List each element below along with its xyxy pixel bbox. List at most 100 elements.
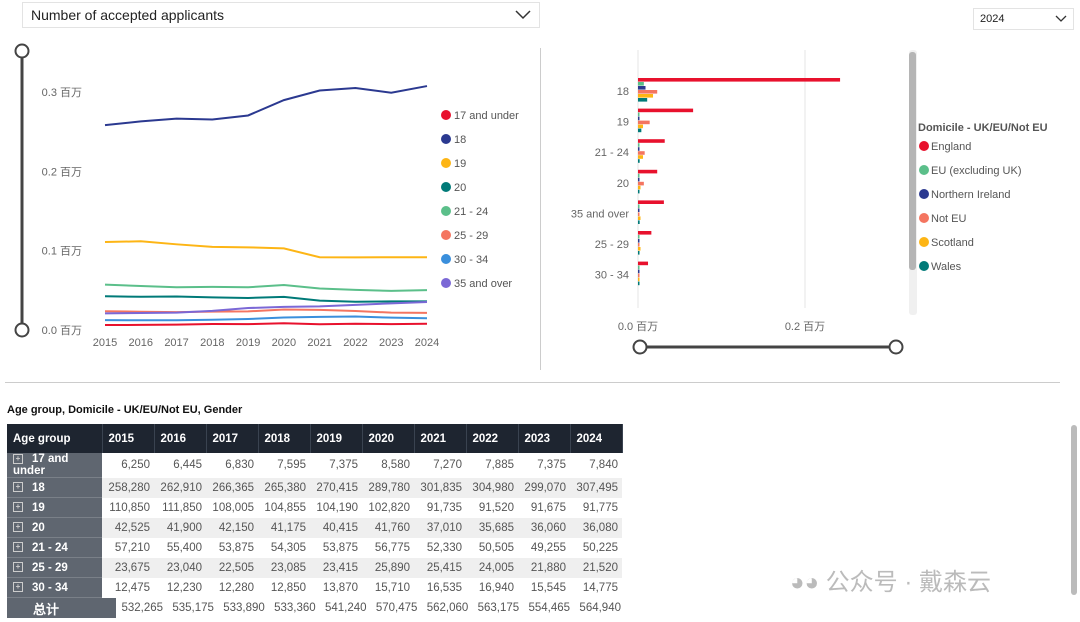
- series-line: [104, 322, 428, 327]
- table-cell: 266,365: [206, 477, 258, 498]
- legend-label[interactable]: 17 and under: [454, 110, 519, 122]
- table-cell: 265,380: [258, 477, 310, 498]
- column-header[interactable]: 2016: [154, 424, 207, 453]
- table-cell: 14,775: [582, 581, 618, 594]
- slider-handle[interactable]: [888, 339, 904, 355]
- total-cell: 563,175: [477, 602, 520, 615]
- bar: [638, 277, 640, 282]
- year-dropdown[interactable]: 2024: [973, 8, 1074, 30]
- y-tick-label: 18: [617, 86, 629, 98]
- legend-marker: [441, 254, 451, 264]
- table-cell: 36,080: [570, 517, 622, 538]
- table-title: Age group, Domicile - UK/EU/Not EU, Gend…: [7, 404, 243, 416]
- bar: [638, 243, 640, 247]
- table-cell: 8,580: [381, 459, 410, 472]
- x-tick-label: 2020: [272, 337, 296, 349]
- table-cell: 37,010: [414, 517, 466, 538]
- row-header-cell: +25 - 29: [7, 557, 102, 578]
- legend-label[interactable]: Scotland: [931, 237, 974, 249]
- table-row: +17 and under 6,250 6,445 6,830 7,595 7,375 8,…: [7, 453, 622, 478]
- x-tick-label: 2019: [236, 337, 260, 349]
- legend-label[interactable]: Not EU: [931, 213, 967, 225]
- table-cell: 50,505: [478, 541, 514, 554]
- column-header[interactable]: 2018: [258, 424, 311, 453]
- bar: [638, 98, 648, 102]
- bar: [638, 124, 644, 129]
- table-cell: 102,820: [368, 501, 410, 514]
- legend-scrollbar-thumb[interactable]: [909, 52, 916, 270]
- legend-marker: [441, 206, 451, 216]
- measure-dropdown-value: Number of accepted applicants: [31, 7, 224, 23]
- legend-label[interactable]: 21 - 24: [454, 206, 488, 218]
- chevron-down-icon: [1055, 15, 1067, 22]
- legend-label[interactable]: 20: [454, 182, 466, 194]
- column-header[interactable]: 2015: [102, 424, 155, 453]
- expand-icon[interactable]: +: [13, 482, 23, 493]
- y-tick-label: 0.0 百万: [42, 325, 82, 337]
- bar: [638, 231, 652, 235]
- column-header[interactable]: 2017: [206, 424, 259, 453]
- expand-icon[interactable]: +: [13, 562, 23, 573]
- legend-label[interactable]: 30 - 34: [454, 254, 488, 266]
- slider-handle[interactable]: [14, 43, 30, 59]
- legend-label[interactable]: England: [931, 141, 971, 153]
- bar: [638, 143, 640, 147]
- table-cell: 53,875: [218, 541, 254, 554]
- total-cell: 532,265: [121, 602, 164, 615]
- row-header-cell: +30 - 34: [7, 577, 102, 598]
- table-cell: 40,415: [310, 517, 362, 538]
- column-header[interactable]: 2023: [518, 424, 571, 453]
- table-cell: 262,910: [154, 477, 206, 498]
- table-cell: 304,980: [466, 477, 518, 498]
- bar: [638, 247, 641, 251]
- expand-icon[interactable]: +: [13, 522, 23, 533]
- row-header-cell: +17 and under: [7, 453, 102, 478]
- bar: [638, 220, 640, 224]
- expand-icon[interactable]: +: [13, 502, 23, 513]
- legend-marker: [441, 230, 451, 240]
- legend-label[interactable]: 18: [454, 134, 466, 146]
- legend-label[interactable]: 25 - 29: [454, 230, 488, 242]
- bar: [638, 147, 640, 151]
- table-cell: 25,415: [414, 557, 466, 578]
- table-scrollbar[interactable]: [1071, 425, 1077, 595]
- table-cell: 91,775: [582, 501, 618, 514]
- bar: [638, 265, 640, 270]
- slider-handle[interactable]: [14, 322, 30, 338]
- table-cell: 13,870: [322, 581, 358, 594]
- bar: [638, 108, 694, 113]
- legend-label[interactable]: 19: [454, 158, 466, 170]
- y-tick-label: 0.3 百万: [42, 87, 82, 99]
- bar: [638, 189, 640, 194]
- expand-icon[interactable]: +: [13, 582, 23, 593]
- table-cell: 21,520: [570, 557, 622, 578]
- legend-label[interactable]: Northern Ireland: [931, 189, 1011, 201]
- bar: [638, 159, 640, 163]
- expand-icon[interactable]: +: [13, 542, 23, 553]
- column-header[interactable]: 2022: [466, 424, 519, 453]
- expand-icon[interactable]: +: [13, 453, 23, 464]
- column-header[interactable]: Age group: [7, 424, 103, 453]
- table-cell: 12,475: [114, 581, 150, 594]
- bar: [638, 86, 646, 90]
- legend-label[interactable]: 35 and over: [454, 278, 512, 290]
- column-header[interactable]: 2020: [362, 424, 415, 453]
- column-header[interactable]: 2019: [310, 424, 363, 453]
- column-header[interactable]: 2021: [414, 424, 467, 453]
- measure-dropdown[interactable]: Number of accepted applicants: [22, 2, 540, 28]
- row-header: 25 - 29: [32, 561, 68, 574]
- column-header[interactable]: 2024: [570, 424, 623, 453]
- bar: [638, 204, 640, 208]
- table-cell: 36,060: [518, 517, 570, 538]
- row-header: 18: [32, 481, 45, 494]
- legend-label[interactable]: EU (excluding UK): [931, 165, 1021, 177]
- table-cell: 23,415: [310, 557, 362, 578]
- slider-handle[interactable]: [632, 339, 648, 355]
- bar-chart: 0.0 百万 0.2 百万 18 19 21 - 24 20 35 and over 25 -…: [571, 50, 1048, 355]
- table-cell: 108,005: [212, 501, 254, 514]
- y-tick-label: 30 - 34: [595, 270, 629, 282]
- table-cell: 23,040: [154, 557, 206, 578]
- legend-marker: [441, 182, 451, 192]
- legend-label[interactable]: Wales: [931, 261, 962, 273]
- table-cell: 16,940: [478, 581, 514, 594]
